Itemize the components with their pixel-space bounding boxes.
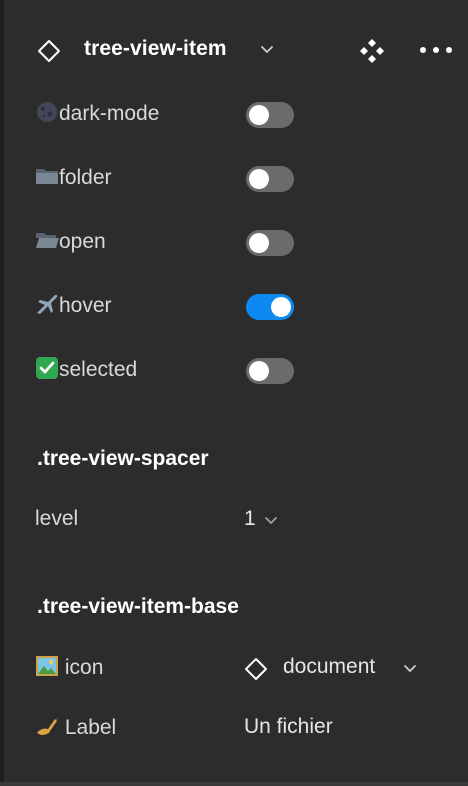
chevron-down-icon[interactable]: [264, 516, 278, 526]
component-name[interactable]: tree-view-item: [84, 37, 227, 61]
variants-icon[interactable]: [359, 38, 385, 64]
prop-row-label: Label Un fichier: [0, 708, 468, 748]
panel-divider: [0, 782, 468, 786]
component-header: tree-view-item: [0, 26, 468, 74]
check-mark-icon: [36, 357, 58, 379]
prop-label-text: folder: [59, 166, 112, 189]
more-options-icon[interactable]: [419, 40, 453, 60]
toggle-knob: [249, 105, 269, 125]
icon-value-select[interactable]: document: [283, 655, 375, 679]
prop-row-folder: folder: [0, 158, 468, 198]
prop-row-dark-mode: dark-mode: [0, 94, 468, 134]
airplane-icon: [37, 294, 58, 314]
component-instance-icon: [245, 658, 267, 680]
prop-row-icon: icon document: [0, 648, 468, 688]
chevron-down-icon[interactable]: [403, 664, 417, 674]
prop-row-level: level 1: [0, 500, 468, 540]
level-value[interactable]: 1: [244, 507, 256, 531]
section-title-spacer: .tree-view-spacer: [37, 447, 209, 470]
toggle-knob: [249, 233, 269, 253]
toggle-dark-mode[interactable]: [246, 102, 294, 128]
section-title-base: .tree-view-item-base: [37, 595, 239, 618]
folder-icon: [36, 169, 58, 184]
toggle-selected[interactable]: [246, 358, 294, 384]
toggle-folder[interactable]: [246, 166, 294, 192]
prop-row-open: open: [0, 222, 468, 262]
label-label: Label: [64, 716, 117, 739]
level-label: level: [35, 507, 79, 530]
prop-label-text: selected: [59, 358, 138, 381]
properties-panel: tree-view-item dark-mode folder open hov…: [0, 0, 468, 786]
component-instance-icon: [38, 40, 60, 62]
toggle-open[interactable]: [246, 230, 294, 256]
toggle-hover[interactable]: [246, 294, 294, 320]
prop-label-text: hover: [59, 294, 112, 317]
writing-hand-icon: [37, 718, 58, 735]
prop-row-hover: hover: [0, 286, 468, 326]
prop-row-selected: selected: [0, 350, 468, 390]
icon-label: icon: [64, 656, 104, 679]
toggle-knob: [249, 169, 269, 189]
toggle-knob: [271, 297, 291, 317]
label-value-input[interactable]: Un fichier: [244, 715, 333, 739]
open-folder-icon: [36, 233, 59, 248]
toggle-knob: [249, 361, 269, 381]
prop-label-text: open: [59, 230, 106, 253]
dark-moon-icon: [37, 102, 57, 122]
prop-label-text: dark-mode: [59, 102, 160, 125]
chevron-down-icon[interactable]: [260, 45, 274, 55]
framed-picture-icon: [36, 656, 58, 676]
